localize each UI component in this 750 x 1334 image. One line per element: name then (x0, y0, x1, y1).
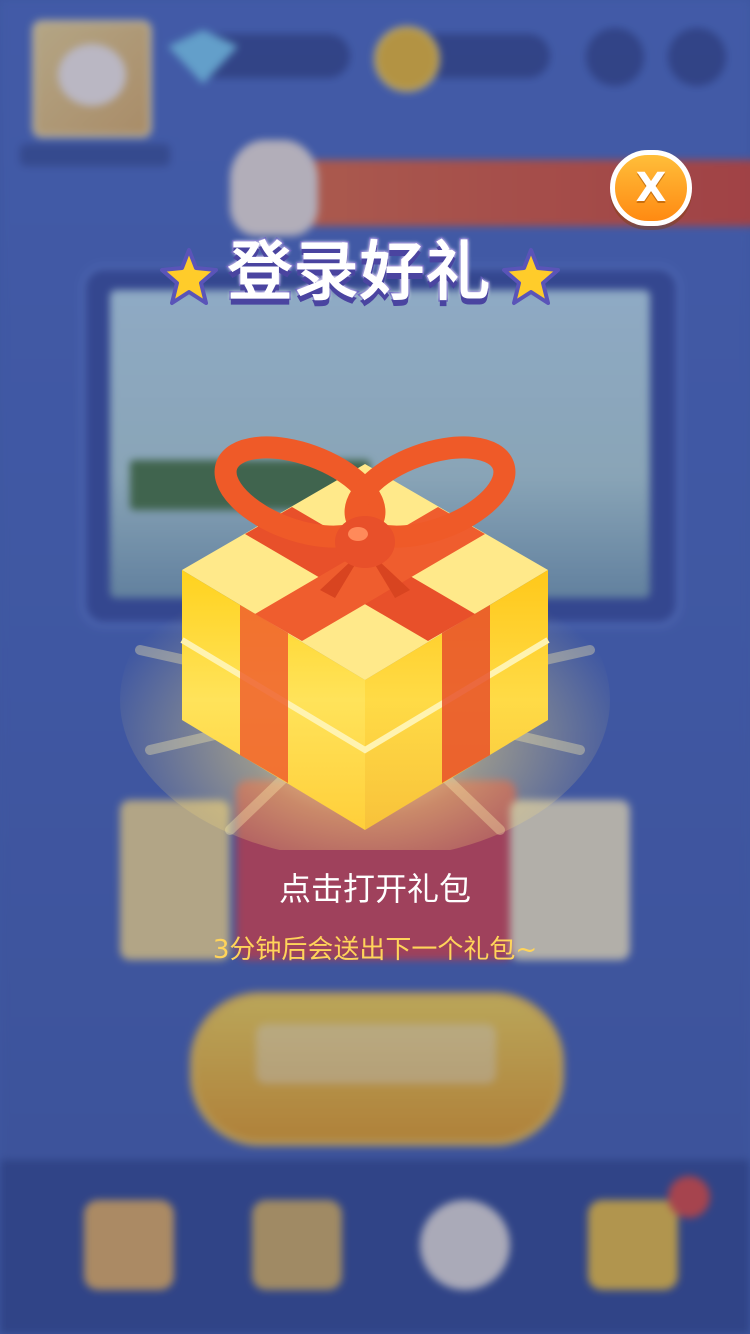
gift-box-icon[interactable] (120, 430, 610, 850)
close-icon: X (635, 165, 667, 211)
star-icon (502, 248, 560, 305)
gift-caption: 点击打开礼包 (278, 870, 471, 908)
modal-title: 登录好礼 (227, 235, 492, 312)
modal-title-banner: 登录好礼 (158, 222, 562, 326)
star-icon (160, 248, 218, 305)
next-gift-note: 3分钟后会送出下一个礼包~ (212, 935, 538, 965)
close-button[interactable]: X (610, 150, 692, 226)
